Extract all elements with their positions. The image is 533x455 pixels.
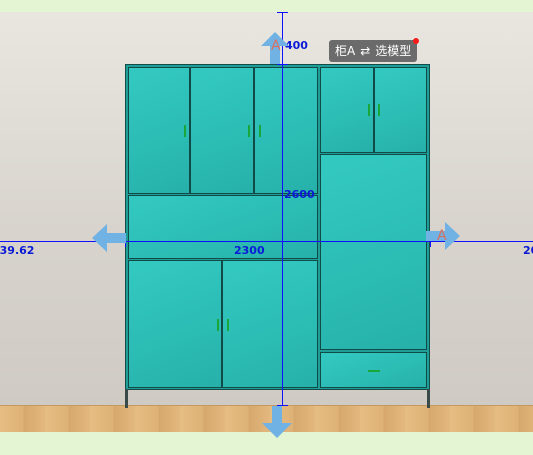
handle [227, 319, 229, 331]
select-model-button[interactable]: 选模型 [375, 40, 411, 62]
swap-icon[interactable]: ⇄ [360, 40, 370, 62]
dimension-right-label[interactable]: 20 [523, 244, 533, 257]
cabinet-model-tag[interactable]: 柜A ⇄ 选模型 [329, 40, 418, 62]
open-shelf[interactable] [128, 195, 318, 259]
handle [184, 125, 186, 137]
door-bottom-left-2[interactable] [222, 260, 318, 388]
axis-mark-right: A [437, 228, 447, 244]
vertical-dimension-line [282, 12, 283, 406]
dimension-tick-mid [277, 64, 288, 65]
arrow-down-icon[interactable] [262, 406, 292, 438]
cabinet-leg-right [427, 389, 430, 408]
cabinet-name: 柜A [335, 44, 356, 58]
handle [378, 104, 380, 116]
door-middle-right[interactable] [320, 154, 427, 350]
3d-viewport[interactable]: 400 2600 2300 539.62 20 A A 柜A ⇄ 选模型 [0, 0, 533, 455]
handle [368, 104, 370, 116]
door-top-left-2[interactable] [190, 67, 254, 194]
axis-mark-top: A [271, 38, 281, 54]
dimension-width-label[interactable]: 2300 [234, 244, 265, 257]
dimension-left-label[interactable]: 539.62 [0, 244, 34, 257]
handle [217, 319, 219, 331]
dimension-tick-top [277, 12, 288, 13]
notification-dot [413, 38, 419, 44]
dimension-height-label[interactable]: 2600 [284, 188, 315, 201]
door-top-left-1[interactable] [128, 67, 190, 194]
door-top-left-3[interactable] [254, 67, 318, 194]
arrow-left-icon[interactable] [92, 224, 126, 252]
cabinet-leg-left [125, 389, 128, 408]
handle [368, 370, 380, 372]
door-top-right-1[interactable] [320, 67, 374, 153]
door-bottom-left-1[interactable] [128, 260, 222, 388]
handle [259, 125, 261, 137]
handle [248, 125, 250, 137]
door-top-right-2[interactable] [374, 67, 427, 153]
